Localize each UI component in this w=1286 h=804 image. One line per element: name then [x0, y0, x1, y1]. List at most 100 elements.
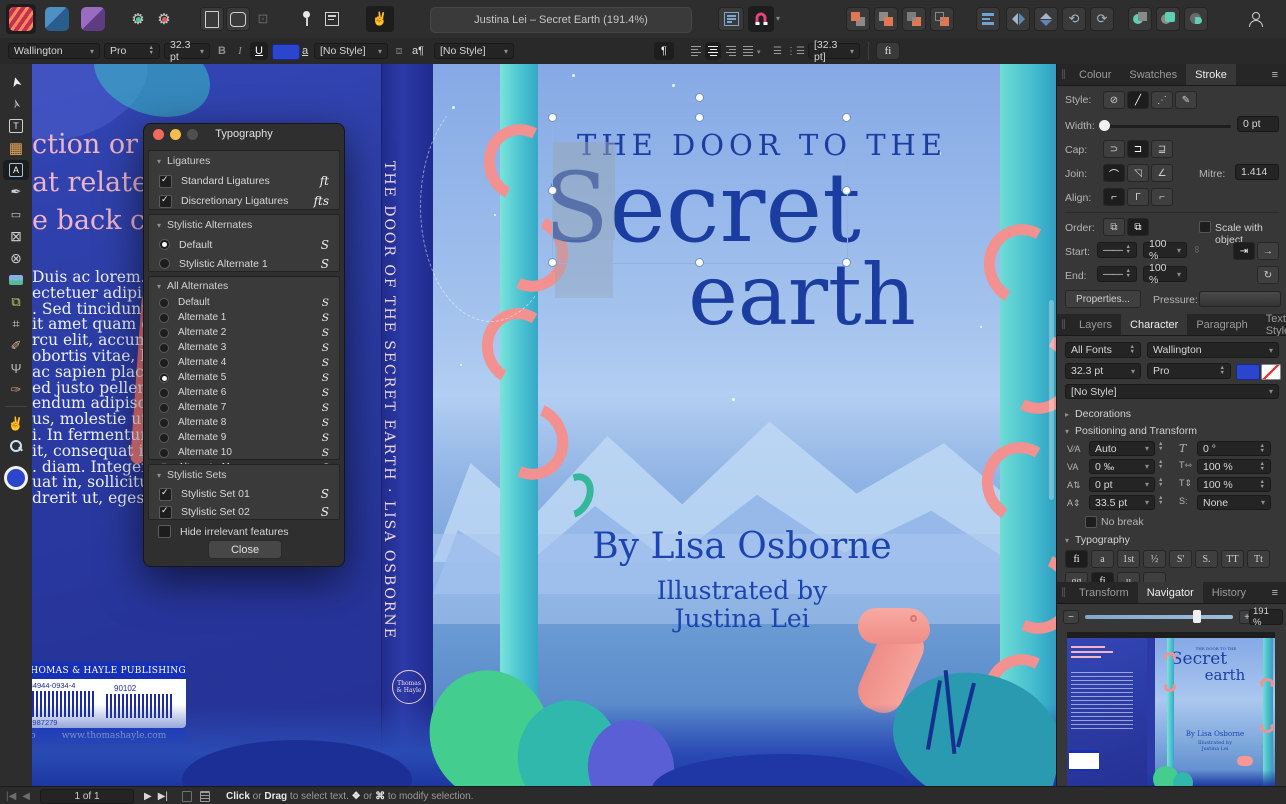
- snapping-dropdown-chevron[interactable]: ▾: [776, 14, 780, 23]
- margins-button[interactable]: [320, 7, 344, 31]
- snapping-button[interactable]: [748, 6, 774, 32]
- selection-handle[interactable]: [548, 186, 557, 195]
- mitre-field[interactable]: 1.414: [1235, 164, 1279, 180]
- tracking-field[interactable]: 0 ‰▾: [1089, 459, 1155, 474]
- stylistic-set-option[interactable]: Stylistic Set 01S: [149, 485, 339, 503]
- designer-app-button[interactable]: [42, 4, 72, 34]
- link-icon[interactable]: ∞: [1191, 246, 1202, 253]
- new-document-button[interactable]: [200, 7, 224, 31]
- zoom-slider-track[interactable]: [1085, 615, 1233, 619]
- move-tool[interactable]: ➤: [3, 72, 29, 92]
- positioning-section-header[interactable]: ▾ Positioning and Transform: [1065, 425, 1197, 437]
- stroke-style-none-button[interactable]: ⊘: [1103, 91, 1125, 109]
- join-round-button[interactable]: ⌒: [1103, 164, 1125, 182]
- radio[interactable]: [159, 418, 169, 428]
- radio[interactable]: [159, 403, 169, 413]
- opentype-feature-button[interactable]: 1st: [1117, 550, 1140, 568]
- radio[interactable]: [159, 328, 169, 338]
- move-forward-button[interactable]: [874, 7, 898, 31]
- opentype-feature-button[interactable]: ½: [1143, 550, 1166, 568]
- view-tool[interactable]: ✌: [3, 414, 29, 434]
- width-field[interactable]: 0 pt: [1237, 116, 1279, 132]
- account-button[interactable]: [1242, 7, 1268, 31]
- pressure-profile-field[interactable]: [1199, 291, 1281, 307]
- font-family-select[interactable]: Wallington▾: [8, 43, 100, 59]
- illustrated-by-text[interactable]: Illustrated by: [632, 576, 852, 605]
- end-arrowhead-select[interactable]: ——▲▼: [1097, 266, 1137, 282]
- alternate-option[interactable]: DefaultS: [149, 235, 339, 254]
- panel-menu-icon[interactable]: ≡: [1264, 582, 1286, 603]
- move-to-back-button[interactable]: [930, 7, 954, 31]
- justify-button[interactable]: [740, 43, 755, 59]
- opentype-feature-button[interactable]: fi: [1065, 550, 1088, 568]
- flip-vertical-button[interactable]: [1034, 7, 1058, 31]
- align-left-button[interactable]: [688, 43, 703, 59]
- tab-text-styles[interactable]: Text Styles: [1257, 314, 1286, 335]
- stylistic-set-option[interactable]: Stylistic Set 02S: [149, 503, 339, 521]
- rectangle-tool[interactable]: ▭: [3, 204, 29, 224]
- artboard-button[interactable]: [226, 7, 250, 31]
- font-style-select-panel[interactable]: Pro▲▼: [1147, 363, 1231, 379]
- font-size-select[interactable]: 32.3 pt▾: [164, 43, 210, 59]
- opentype-feature-button[interactable]: a: [1091, 550, 1114, 568]
- zoom-tool[interactable]: [3, 436, 29, 456]
- leading-select[interactable]: [32.3 pt]▾: [808, 43, 860, 59]
- font-size-select-panel[interactable]: 32.3 pt▾: [1065, 363, 1141, 379]
- h-scale-field[interactable]: 100 %▲▼: [1197, 459, 1271, 474]
- alternate-option[interactable]: Alternate 2S: [149, 325, 339, 340]
- kerning-field[interactable]: Auto▾: [1089, 441, 1155, 456]
- selection-handle[interactable]: [548, 113, 557, 122]
- selection-bounding-box[interactable]: [552, 117, 848, 264]
- panel-drag-handle[interactable]: ∥: [1057, 64, 1070, 85]
- cap-square-button[interactable]: ⊒: [1151, 140, 1173, 158]
- page-indicator-field[interactable]: 1 of 1: [40, 789, 134, 804]
- flip-horizontal-button[interactable]: [1006, 7, 1030, 31]
- selection-handle[interactable]: [548, 258, 557, 267]
- style-picker-tool[interactable]: ✐: [3, 336, 29, 356]
- section-header[interactable]: ▾ Stylistic Alternates: [149, 215, 339, 235]
- stroke-style-brush-button[interactable]: ✎: [1175, 91, 1197, 109]
- text-frame-settings-button[interactable]: [718, 7, 744, 31]
- font-collection-select[interactable]: All Fonts▲▼: [1065, 342, 1141, 358]
- next-page-button[interactable]: ▶: [144, 791, 152, 802]
- fill-colour-swatch[interactable]: [1236, 364, 1260, 380]
- stroke-style-dash-button[interactable]: ⋰: [1151, 91, 1173, 109]
- first-page-button[interactable]: |◀: [6, 791, 16, 802]
- alternate-option[interactable]: Alternate 1S: [149, 310, 339, 325]
- width-slider-thumb[interactable]: [1099, 120, 1110, 131]
- radio[interactable]: [159, 343, 169, 353]
- arrow-plain-button[interactable]: →: [1257, 242, 1279, 260]
- selection-handle[interactable]: [695, 113, 704, 122]
- alternate-option[interactable]: Stylistic Alternate 1S: [149, 254, 339, 273]
- alternate-option[interactable]: Alternate 8S: [149, 415, 339, 430]
- typography-ligature-button[interactable]: fi: [876, 42, 900, 60]
- alternate-option[interactable]: Alternate 4S: [149, 355, 339, 370]
- opentype-feature-button[interactable]: TT: [1221, 550, 1244, 568]
- spread-view-icon[interactable]: [200, 791, 210, 802]
- tab-swatches[interactable]: Swatches: [1120, 64, 1186, 85]
- radio[interactable]: [159, 313, 169, 323]
- stroke-colour-swatch[interactable]: [1261, 364, 1281, 380]
- cap-butt-button[interactable]: ⊐: [1127, 140, 1149, 158]
- bold-button[interactable]: B: [214, 43, 230, 59]
- pages-tool[interactable]: ⧉: [3, 292, 29, 312]
- tab-layers[interactable]: Layers: [1070, 314, 1121, 335]
- prev-page-button[interactable]: ◀: [22, 791, 30, 802]
- character-style-select[interactable]: [No Style]▾: [314, 43, 388, 59]
- selection-handle[interactable]: [842, 113, 851, 122]
- checkbox[interactable]: [159, 488, 172, 501]
- rotation-handle[interactable]: [695, 93, 704, 102]
- checkbox[interactable]: [159, 175, 172, 188]
- alternate-option[interactable]: Alternate 10S: [149, 445, 339, 460]
- opentype-feature-button[interactable]: S.: [1195, 550, 1218, 568]
- photo-app-button[interactable]: [78, 4, 108, 34]
- alternate-option[interactable]: DefaultS: [149, 295, 339, 310]
- ligature-option[interactable]: Discretionary Ligaturesfts: [149, 191, 339, 211]
- tab-stroke[interactable]: Stroke: [1186, 64, 1236, 85]
- transparency-tool[interactable]: Ψ: [3, 358, 29, 378]
- checkbox[interactable]: [158, 525, 171, 538]
- boolean-add-button[interactable]: [1128, 7, 1152, 31]
- align-centre-button[interactable]: ⌐: [1103, 188, 1125, 206]
- join-miter-button[interactable]: ∠: [1151, 164, 1173, 182]
- panel-drag-handle[interactable]: ∥: [1057, 314, 1070, 335]
